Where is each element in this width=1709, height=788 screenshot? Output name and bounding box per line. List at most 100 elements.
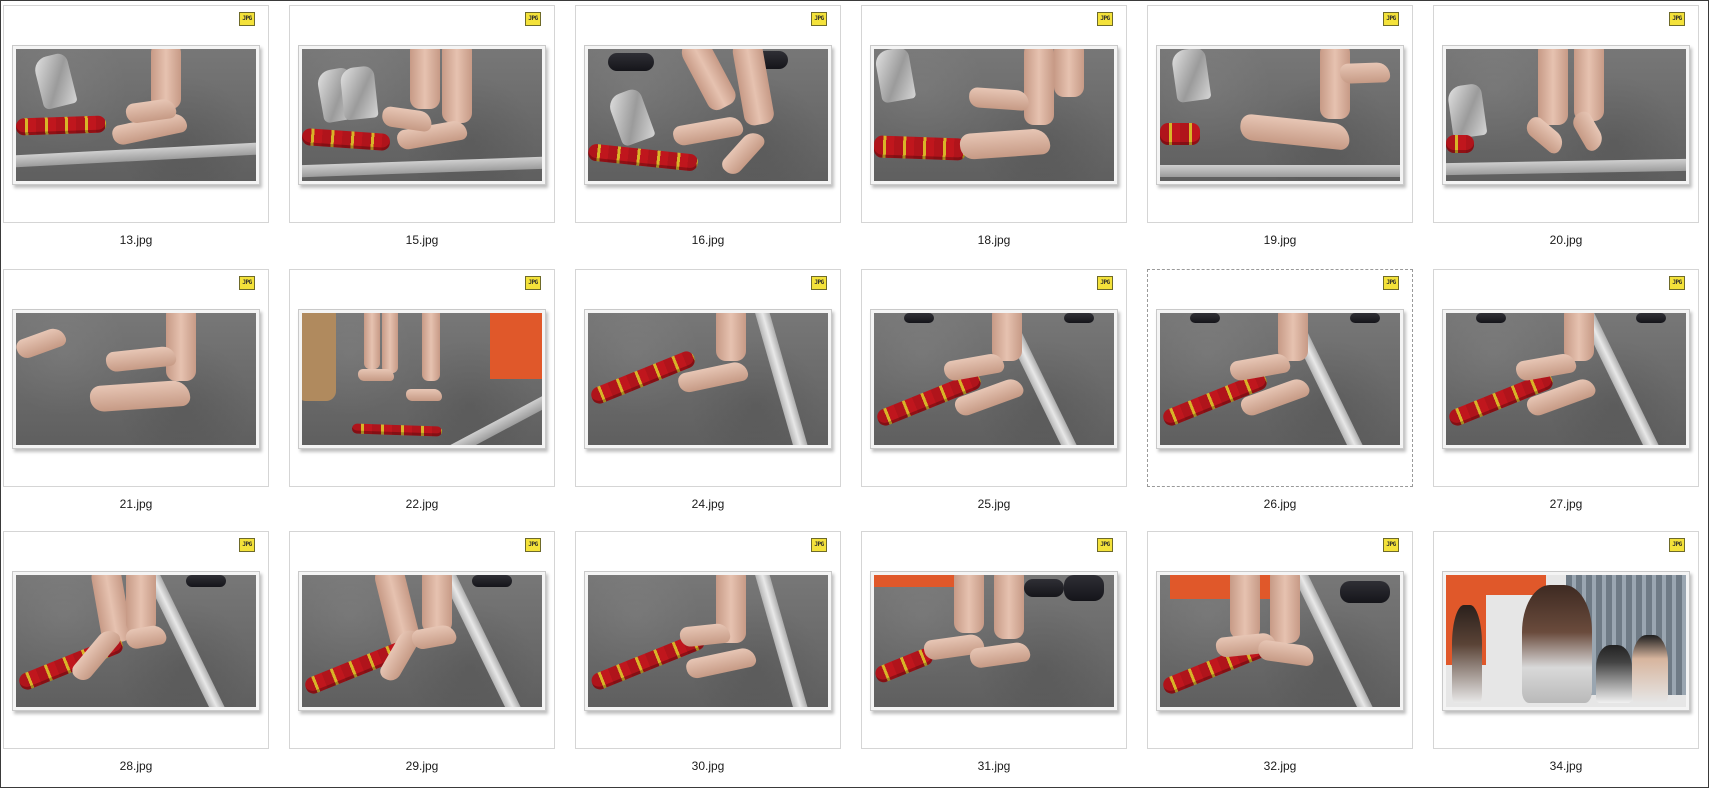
thumbnail [870,571,1118,711]
file-name[interactable]: 19.jpg [1147,233,1413,247]
thumbnail-image [16,49,256,181]
file-name[interactable]: 30.jpg [575,759,841,773]
file-item[interactable]: JPG 27.jpg [1433,269,1699,511]
file-tile[interactable]: JPG [861,5,1127,223]
file-tile[interactable]: JPG [3,531,269,749]
file-name[interactable]: 13.jpg [3,233,269,247]
file-tile[interactable]: JPG [1147,5,1413,223]
thumbnail [1442,309,1690,449]
file-name[interactable]: 31.jpg [861,759,1127,773]
jpg-file-icon: JPG [1097,276,1113,290]
thumbnail-image [1160,575,1400,707]
file-item[interactable]: JPG 15.jpg [289,5,555,247]
file-item[interactable]: JPG 25.jpg [861,269,1127,511]
thumbnail-image [1446,313,1686,445]
file-name[interactable]: 34.jpg [1433,759,1699,773]
thumbnail [298,45,546,185]
thumbnail-image [1446,49,1686,181]
file-name[interactable]: 20.jpg [1433,233,1699,247]
jpg-file-icon: JPG [1097,12,1113,26]
thumbnail-image [1160,313,1400,445]
file-grid: JPG 13.jpg JPG 15.jpg JPG 16.jpg JPG 18.… [1,1,1708,787]
thumbnail [870,309,1118,449]
file-item[interactable]: JPG 22.jpg [289,269,555,511]
file-item[interactable]: JPG 32.jpg [1147,531,1413,773]
jpg-file-icon: JPG [1383,12,1399,26]
thumbnail [12,45,260,185]
file-tile[interactable]: JPG [289,269,555,487]
jpg-file-icon: JPG [525,12,541,26]
file-item[interactable]: JPG 21.jpg [3,269,269,511]
file-name[interactable]: 16.jpg [575,233,841,247]
jpg-file-icon: JPG [1669,276,1685,290]
thumbnail-image [588,49,828,181]
file-tile[interactable]: JPG [861,269,1127,487]
thumbnail-image [302,313,542,445]
file-name[interactable]: 24.jpg [575,497,841,511]
file-item[interactable]: JPG 29.jpg [289,531,555,773]
file-tile[interactable]: JPG [575,5,841,223]
thumbnail [1442,45,1690,185]
file-tile[interactable]: JPG [1433,5,1699,223]
file-tile[interactable]: JPG [1433,269,1699,487]
jpg-file-icon: JPG [811,276,827,290]
file-item[interactable]: JPG 31.jpg [861,531,1127,773]
thumbnail-image [1446,575,1686,707]
file-tile[interactable]: JPG [3,5,269,223]
file-tile[interactable]: JPG [1433,531,1699,749]
file-item[interactable]: JPG 28.jpg [3,531,269,773]
jpg-file-icon: JPG [1383,276,1399,290]
thumbnail-image [302,49,542,181]
file-tile[interactable]: JPG [575,531,841,749]
jpg-file-icon: JPG [239,276,255,290]
file-item[interactable]: JPG 18.jpg [861,5,1127,247]
thumbnail [584,45,832,185]
thumbnail [584,571,832,711]
file-item[interactable]: JPG 13.jpg [3,5,269,247]
thumbnail-image [1160,49,1400,181]
thumbnail-image [874,313,1114,445]
jpg-file-icon: JPG [1669,538,1685,552]
jpg-file-icon: JPG [1669,12,1685,26]
file-name[interactable]: 15.jpg [289,233,555,247]
thumbnail-image [16,575,256,707]
file-name[interactable]: 18.jpg [861,233,1127,247]
jpg-file-icon: JPG [525,538,541,552]
file-name[interactable]: 27.jpg [1433,497,1699,511]
thumbnail [1156,571,1404,711]
file-name[interactable]: 29.jpg [289,759,555,773]
file-name[interactable]: 32.jpg [1147,759,1413,773]
thumbnail [12,571,260,711]
file-tile[interactable]: JPG [1147,269,1413,487]
file-name[interactable]: 26.jpg [1147,497,1413,511]
thumbnail [12,309,260,449]
file-name[interactable]: 21.jpg [3,497,269,511]
file-name[interactable]: 28.jpg [3,759,269,773]
thumbnail [298,571,546,711]
file-tile[interactable]: JPG [3,269,269,487]
file-item[interactable]: JPG 19.jpg [1147,5,1413,247]
file-item[interactable]: JPG 30.jpg [575,531,841,773]
thumbnail-image [302,575,542,707]
thumbnail-image [16,313,256,445]
file-tile[interactable]: JPG [289,531,555,749]
thumbnail [870,45,1118,185]
jpg-file-icon: JPG [239,538,255,552]
file-tile[interactable]: JPG [861,531,1127,749]
thumbnail [298,309,546,449]
file-tile[interactable]: JPG [1147,531,1413,749]
file-item[interactable]: JPG 24.jpg [575,269,841,511]
file-tile[interactable]: JPG [575,269,841,487]
file-item[interactable]: JPG 20.jpg [1433,5,1699,247]
file-item[interactable]: JPG 34.jpg [1433,531,1699,773]
file-name[interactable]: 22.jpg [289,497,555,511]
file-item-selected[interactable]: JPG 26.jpg [1147,269,1413,511]
thumbnail [1442,571,1690,711]
thumbnail-image [874,575,1114,707]
jpg-file-icon: JPG [525,276,541,290]
file-tile[interactable]: JPG [289,5,555,223]
jpg-file-icon: JPG [811,12,827,26]
thumbnail [1156,45,1404,185]
file-item[interactable]: JPG 16.jpg [575,5,841,247]
file-name[interactable]: 25.jpg [861,497,1127,511]
